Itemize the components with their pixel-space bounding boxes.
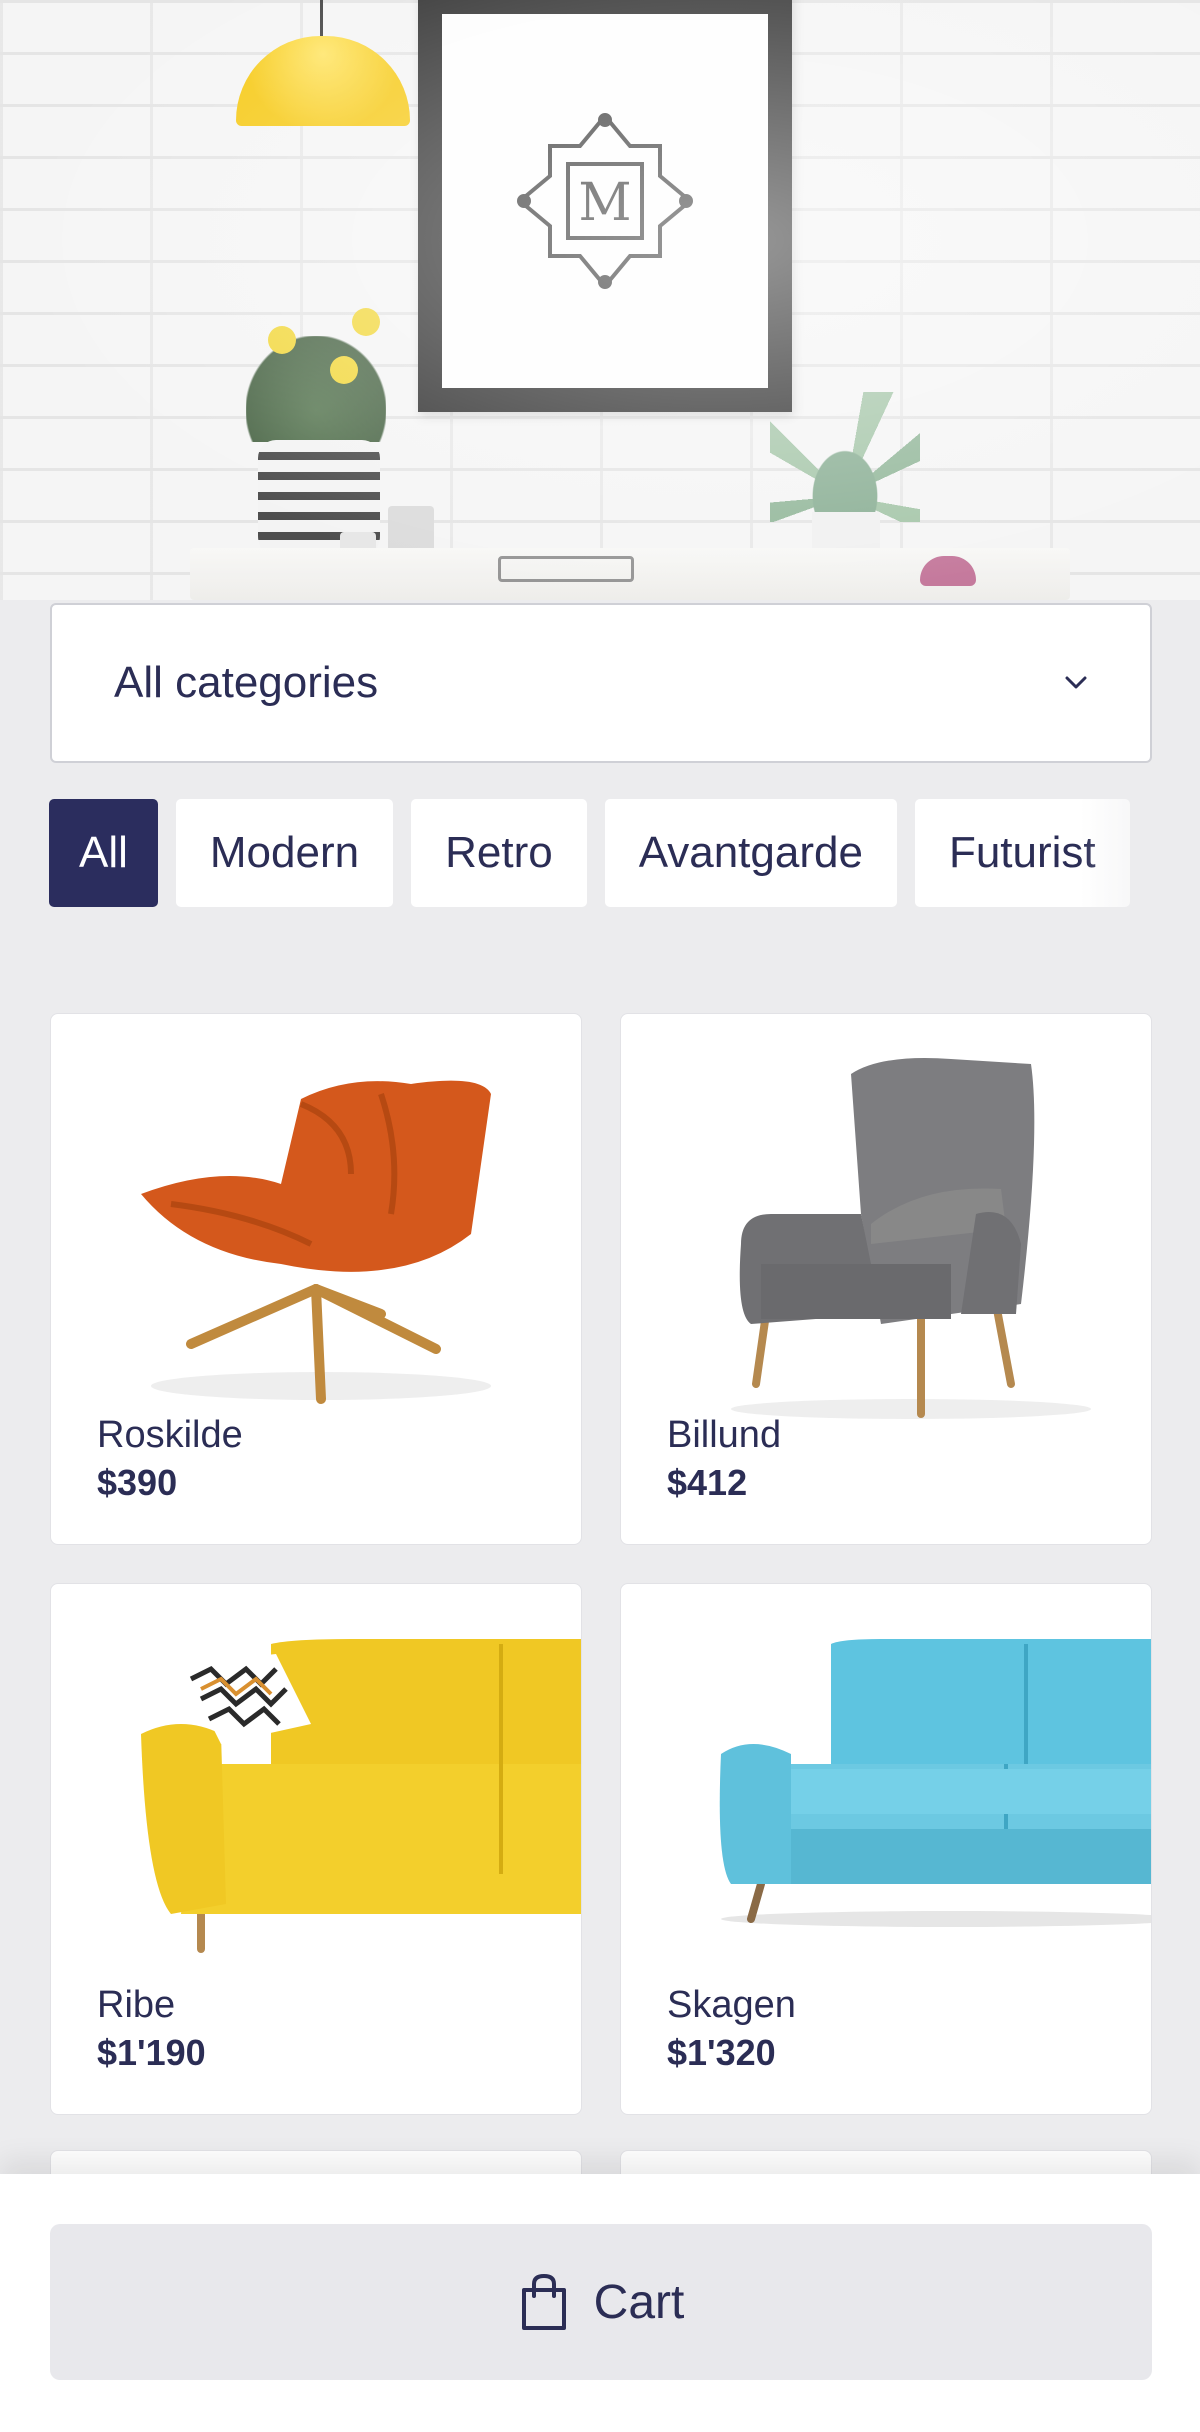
- product-card[interactable]: Skagen $1'320: [620, 1583, 1152, 2115]
- chevron-down-icon: [1062, 669, 1090, 697]
- chip-avantgarde[interactable]: Avantgarde: [603, 798, 898, 908]
- category-select-value: All categories: [114, 658, 379, 707]
- lounge-chair-image: [141, 1080, 491, 1404]
- chip-all[interactable]: All: [48, 798, 159, 908]
- product-card[interactable]: Billund $412: [620, 1013, 1152, 1545]
- cart-button[interactable]: Cart: [50, 2224, 1152, 2380]
- yellow-sofa-image: [141, 1639, 581, 1953]
- chip-futurist[interactable]: Futurist: [913, 798, 1131, 908]
- product-price: $390: [97, 1462, 178, 1503]
- product-price: $1'320: [667, 2032, 776, 2073]
- product-name: Billund: [667, 1414, 782, 1456]
- blue-sofa-image: [719, 1639, 1151, 1927]
- shopping-bag-icon: [518, 2272, 570, 2332]
- product-price: $412: [667, 1462, 748, 1503]
- hero-banner: M: [0, 0, 1200, 600]
- product-name: Ribe: [97, 1984, 176, 2026]
- chip-modern[interactable]: Modern: [174, 798, 395, 908]
- product-card[interactable]: Roskilde $390: [50, 1013, 582, 1545]
- product-name: Skagen: [667, 1984, 796, 2026]
- category-select[interactable]: All categories: [50, 603, 1152, 763]
- product-card[interactable]: Ribe $1'190: [50, 1583, 582, 2115]
- product-price: $1'190: [97, 2032, 206, 2073]
- chip-retro[interactable]: Retro: [410, 798, 588, 908]
- cart-label: Cart: [593, 2275, 685, 2329]
- product-name: Roskilde: [97, 1414, 243, 1456]
- bottom-bar: Cart: [0, 2174, 1200, 2432]
- filter-chips: All Modern Retro Avantgarde Futurist: [48, 798, 1200, 910]
- armchair-image: [731, 1058, 1091, 1419]
